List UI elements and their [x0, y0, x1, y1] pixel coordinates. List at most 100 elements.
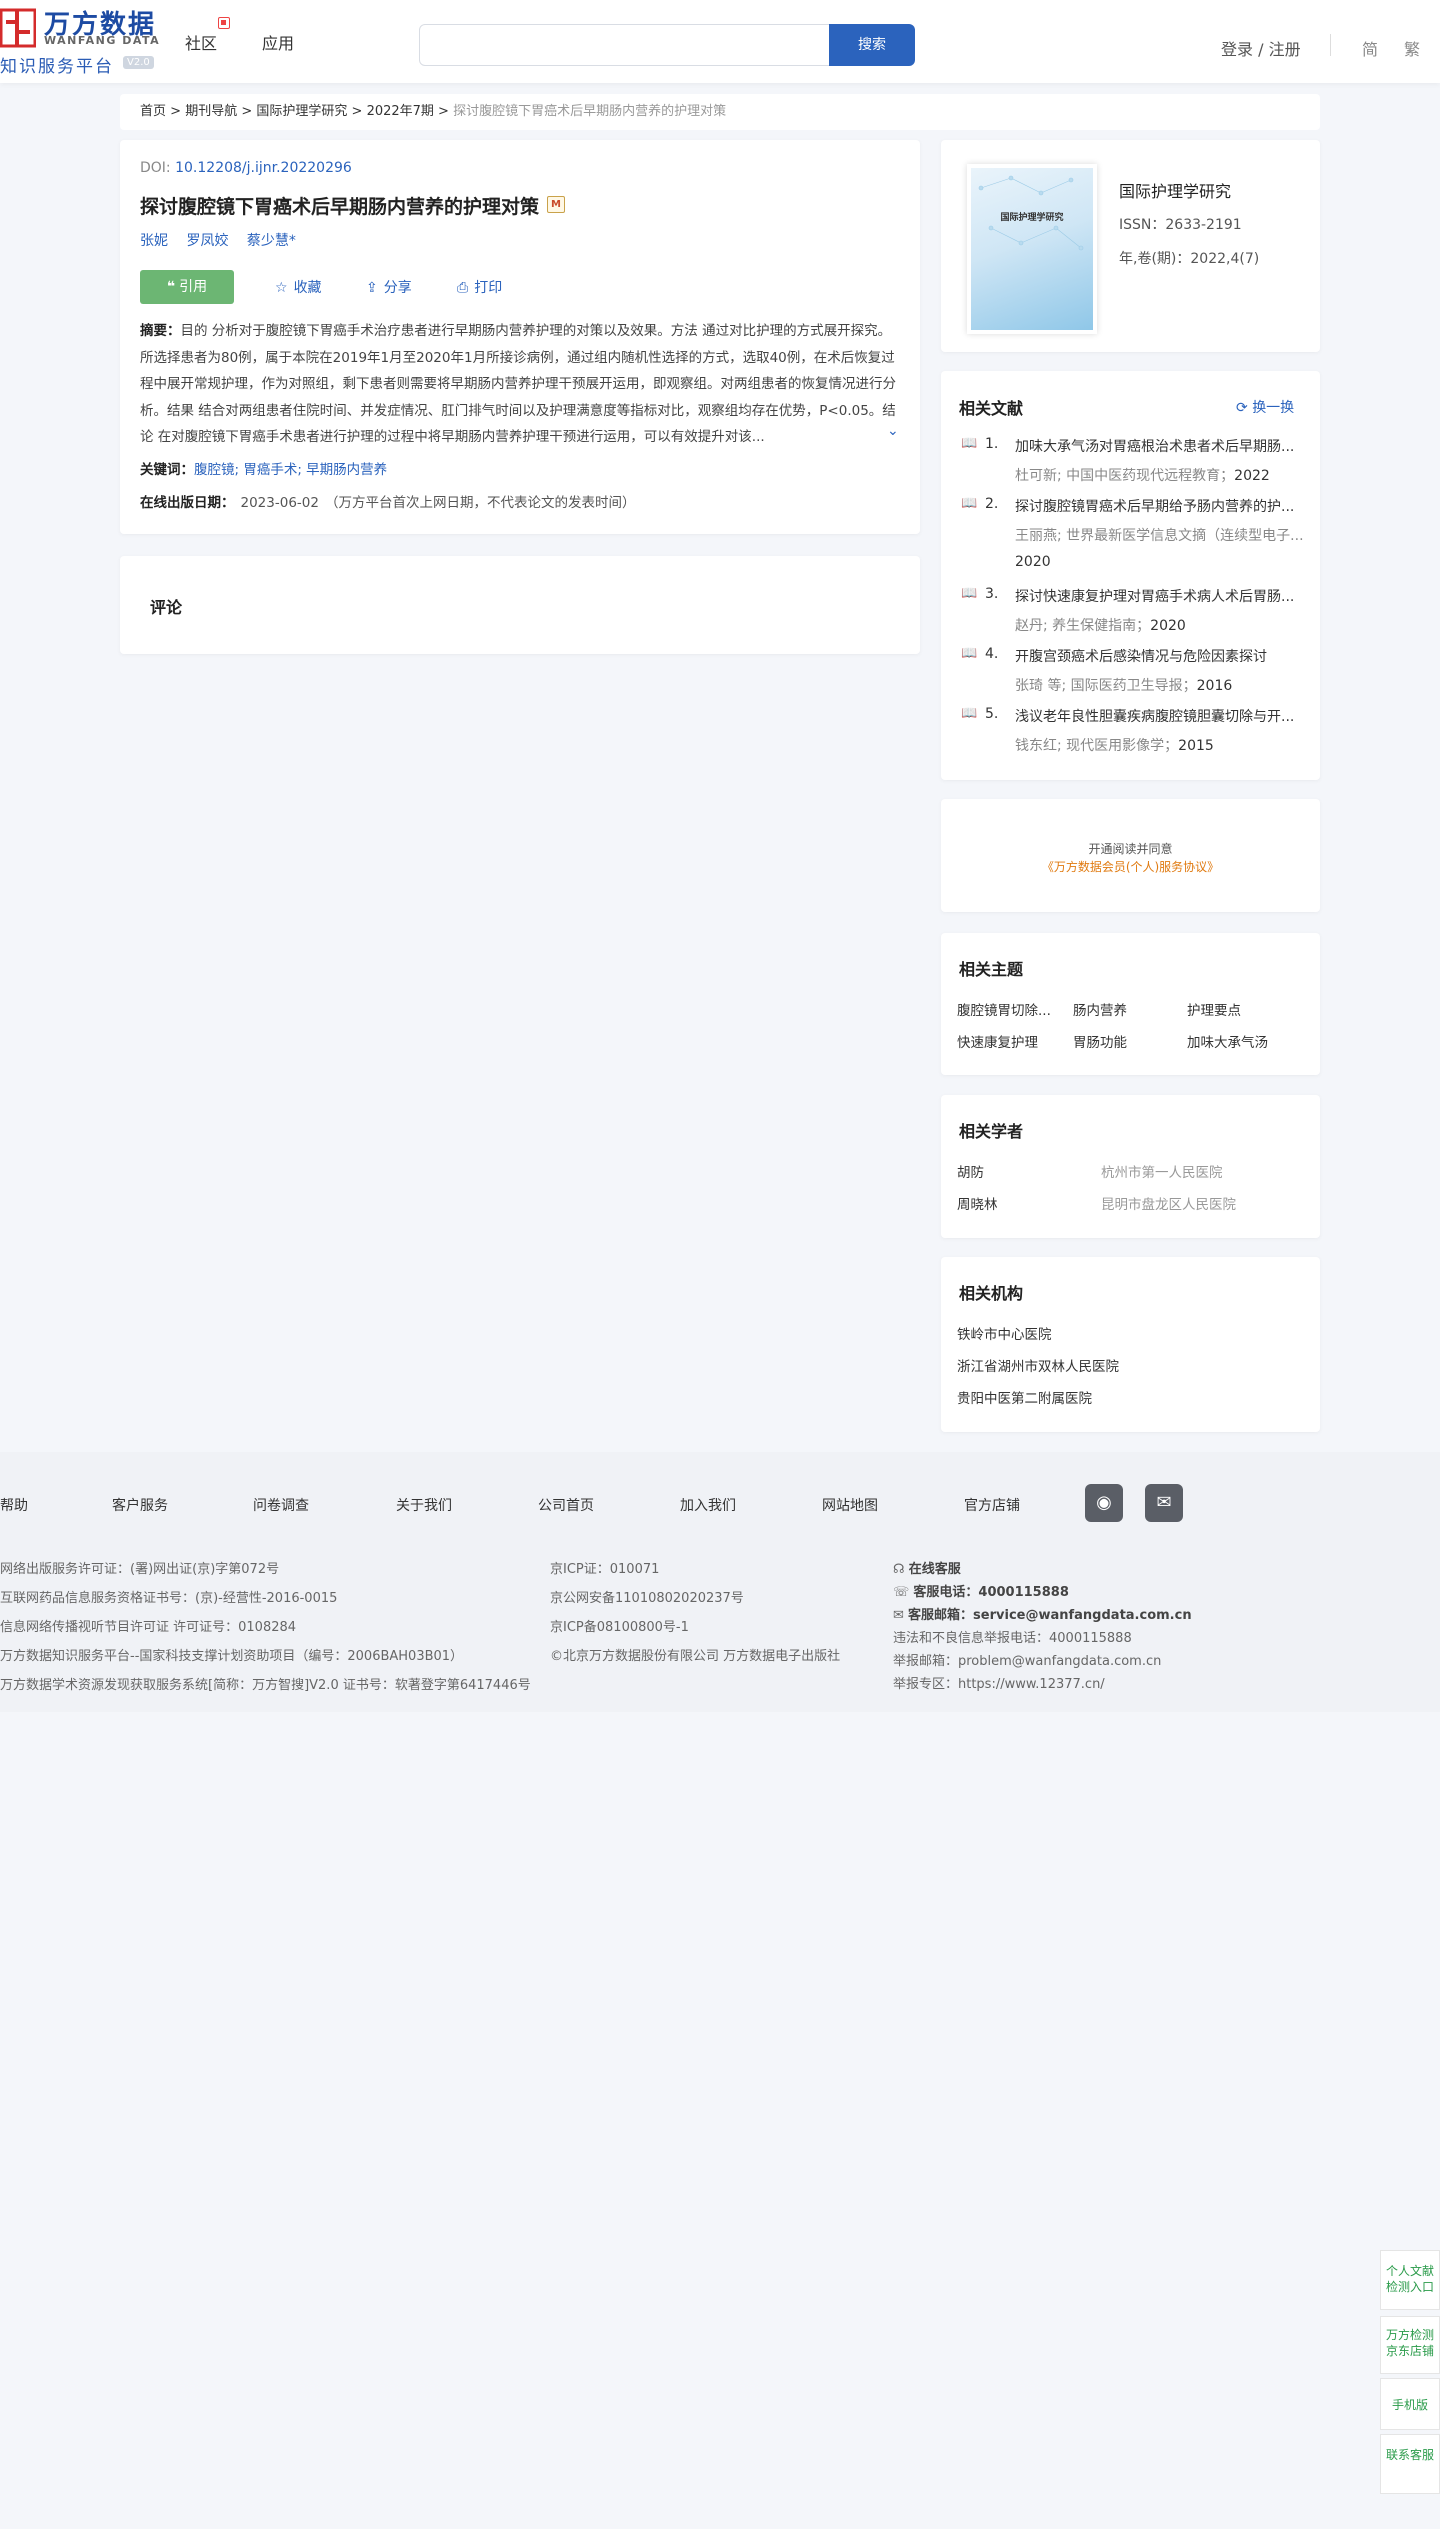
- wechat-icon[interactable]: ✉: [1145, 1484, 1183, 1522]
- phone-value: 4000115888: [978, 1585, 1069, 1600]
- pubdate-line: 在线出版日期： 2023-06-02 （万方平台首次上网日期，不代表论文的发表时间）: [140, 491, 635, 511]
- print-button[interactable]: ⎙ 打印: [457, 277, 502, 297]
- scholar-name[interactable]: 胡防: [957, 1161, 984, 1181]
- related-scholars-card: 相关学者 胡防 杭州市第一人民医院 周晓林 昆明市盘龙区人民医院: [941, 1095, 1320, 1238]
- topic-tag[interactable]: 加味大承气汤: [1187, 1031, 1268, 1051]
- related-orgs-title: 相关机构: [959, 1284, 1024, 1303]
- topic-tag[interactable]: 胃肠功能: [1073, 1031, 1127, 1051]
- membership-agreement-card: 开通阅读并同意 《万方数据会员(个人)服务协议》: [941, 799, 1320, 912]
- report-site[interactable]: 举报专区：https://www.12377.cn/: [893, 1673, 1105, 1692]
- org-link[interactable]: 贵阳中医第二附属医院: [957, 1387, 1092, 1407]
- scholar-org[interactable]: 杭州市第一人民医院: [1101, 1161, 1223, 1181]
- footer-phone: ☏ 客服电话：4000115888: [893, 1581, 1069, 1600]
- item-title[interactable]: 浅议老年良性胆囊疾病腹腔镜胆囊切除与开...: [1015, 706, 1305, 726]
- author-link[interactable]: 罗凤姣: [186, 233, 228, 249]
- nav-apps[interactable]: 应用: [262, 30, 294, 54]
- item-year: 2015: [1178, 738, 1214, 754]
- version-badge: V2.0: [123, 56, 154, 69]
- comment-title: 评论: [150, 598, 183, 617]
- online-service-link[interactable]: ☊ 在线客服: [893, 1558, 961, 1577]
- wanfang-logo-icon[interactable]: [0, 8, 36, 48]
- weibo-icon[interactable]: ◉: [1085, 1484, 1123, 1522]
- footer-link-join[interactable]: 加入我们: [680, 1495, 736, 1515]
- item-title[interactable]: 探讨快速康复护理对胃癌手术病人术后胃肠...: [1015, 586, 1305, 606]
- side-contact[interactable]: 联系客服: [1380, 2434, 1440, 2494]
- item-number: 2.: [985, 496, 999, 512]
- list-item[interactable]: 📖 2. 探讨腹腔镜胃癌术后早期给予肠内营养的护... 王丽燕; 世界最新医学信…: [961, 496, 1306, 586]
- footer-link-survey[interactable]: 问卷调查: [253, 1495, 309, 1515]
- top-header: 万方数据 WANFANG DATA 知识服务平台 V2.0 社区 应用 搜索 登…: [0, 0, 1440, 83]
- author-link[interactable]: 张妮: [140, 233, 168, 249]
- footer-link-sitemap[interactable]: 网站地图: [822, 1495, 878, 1515]
- footer-link-about[interactable]: 关于我们: [396, 1495, 452, 1515]
- print-label: 打印: [474, 280, 503, 296]
- share-button[interactable]: ⇪ 分享: [366, 277, 412, 297]
- breadcrumb-journal-nav[interactable]: 期刊导航: [185, 104, 237, 119]
- topic-tag[interactable]: 护理要点: [1187, 999, 1241, 1019]
- footer-license: 万方数据知识服务平台--国家科技支撑计划资助项目（编号：2006BAH03B01…: [0, 1649, 464, 1664]
- list-item[interactable]: 📖 3. 探讨快速康复护理对胃癌手术病人术后胃肠... 赵丹; 养生保健指南；2…: [961, 586, 1306, 646]
- agreement-link[interactable]: 《万方数据会员(个人)服务协议》: [941, 858, 1320, 875]
- scholar-name[interactable]: 周晓林: [957, 1193, 998, 1213]
- journal-name[interactable]: 国际护理学研究: [1119, 178, 1231, 202]
- print-icon: ⎙: [457, 280, 469, 296]
- breadcrumb-home[interactable]: 首页: [140, 104, 166, 119]
- item-number: 5.: [985, 706, 999, 722]
- item-title[interactable]: 探讨腹腔镜胃癌术后早期给予肠内营养的护...: [1015, 496, 1305, 516]
- doi-link[interactable]: 10.12208/j.ijnr.20220296: [175, 160, 352, 176]
- keywords-links[interactable]: 腹腔镜; 胃癌手术; 早期肠内营养: [194, 462, 387, 478]
- side-jd-store[interactable]: 万方检测京东店铺: [1380, 2316, 1440, 2374]
- footer-email: ✉ 客服邮箱：service@wanfangdata.com.cn: [893, 1604, 1192, 1623]
- nav-community[interactable]: 社区: [185, 30, 217, 54]
- side-detect-entry[interactable]: 个人文献检测入口: [1380, 2250, 1440, 2310]
- email-value[interactable]: service@wanfangdata.com.cn: [973, 1608, 1192, 1623]
- list-item[interactable]: 📖 4. 开腹宫颈癌术后感染情况与危险因素探讨 张琦 等; 国际医药卫生导报；2…: [961, 646, 1306, 706]
- cover-title: 国际护理学研究: [1000, 213, 1064, 223]
- topic-tag[interactable]: 腹腔镜胃切除...: [957, 999, 1051, 1019]
- topic-tag[interactable]: 肠内营养: [1073, 999, 1127, 1019]
- footer-link-home[interactable]: 公司首页: [538, 1495, 594, 1515]
- footer-license: 网络出版服务许可证：(署)网出证(京)字第072号: [0, 1562, 280, 1577]
- footer-link-service[interactable]: 客户服务: [112, 1495, 168, 1515]
- author-link[interactable]: 蔡少慧*: [247, 233, 296, 249]
- org-link[interactable]: 浙江省湖州市双林人民医院: [957, 1355, 1119, 1375]
- footer-icp[interactable]: 京ICP备08100800号-1: [550, 1616, 689, 1635]
- side-mobile[interactable]: 手机版: [1380, 2378, 1440, 2430]
- book-icon: 📖: [961, 646, 978, 661]
- swap-button[interactable]: ⟳ 换一换: [1236, 397, 1294, 417]
- org-link[interactable]: 铁岭市中心医院: [957, 1323, 1052, 1343]
- list-item[interactable]: 📖 1. 加味大承气汤对胃癌根治术患者术后早期肠... 杜可新; 中国中医药现代…: [961, 436, 1306, 496]
- phone-icon: ☏: [893, 1585, 914, 1600]
- search-input[interactable]: [419, 24, 831, 66]
- footer-link-help[interactable]: 帮助: [0, 1495, 28, 1515]
- footer-icp[interactable]: 京ICP证：010071: [550, 1558, 659, 1577]
- site-footer: 帮助 客户服务 问卷调查 关于我们 公司首页 加入我们 网站地图 官方店铺 ◉ …: [0, 1452, 1440, 1712]
- new-badge-icon: [218, 17, 230, 29]
- book-icon: 📖: [961, 586, 978, 601]
- breadcrumb-journal[interactable]: 国际护理学研究: [256, 104, 347, 119]
- list-item[interactable]: 📖 5. 浅议老年良性胆囊疾病腹腔镜胆囊切除与开... 钱东红; 现代医用影像学…: [961, 706, 1306, 766]
- topic-tag[interactable]: 快速康复护理: [957, 1031, 1038, 1051]
- lang-simplified[interactable]: 简: [1362, 36, 1378, 60]
- journal-cover[interactable]: 国际护理学研究: [967, 164, 1097, 334]
- search-button[interactable]: 搜索: [829, 24, 915, 66]
- scholar-org[interactable]: 昆明市盘龙区人民医院: [1101, 1193, 1236, 1213]
- breadcrumb-sep: >: [237, 104, 257, 119]
- login-register-link[interactable]: 登录 / 注册: [1221, 36, 1301, 60]
- footer-link-store[interactable]: 官方店铺: [964, 1495, 1020, 1515]
- comment-card: 评论: [120, 556, 920, 654]
- item-title[interactable]: 开腹宫颈癌术后感染情况与危险因素探讨: [1015, 646, 1305, 666]
- favorite-button[interactable]: ☆ 收藏: [275, 277, 322, 297]
- item-source-text: 赵丹; 养生保健指南；: [1015, 618, 1151, 634]
- item-title[interactable]: 加味大承气汤对胃癌根治术患者术后早期肠...: [1015, 436, 1305, 456]
- expand-chevron-icon[interactable]: ⌄: [887, 423, 899, 439]
- abstract-label: 摘要：: [140, 323, 181, 339]
- breadcrumb-issue[interactable]: 2022年7期: [367, 104, 434, 119]
- lang-traditional[interactable]: 繁: [1404, 36, 1420, 60]
- item-number: 4.: [985, 646, 999, 662]
- star-icon: ☆: [275, 280, 288, 296]
- footer-icp[interactable]: 京公网安备11010802020237号: [550, 1587, 744, 1606]
- breadcrumb-current: 探讨腹腔镜下胃癌术后早期肠内营养的护理对策: [453, 104, 727, 119]
- cite-button[interactable]: ❝ 引用: [140, 270, 234, 304]
- item-number: 3.: [985, 586, 999, 602]
